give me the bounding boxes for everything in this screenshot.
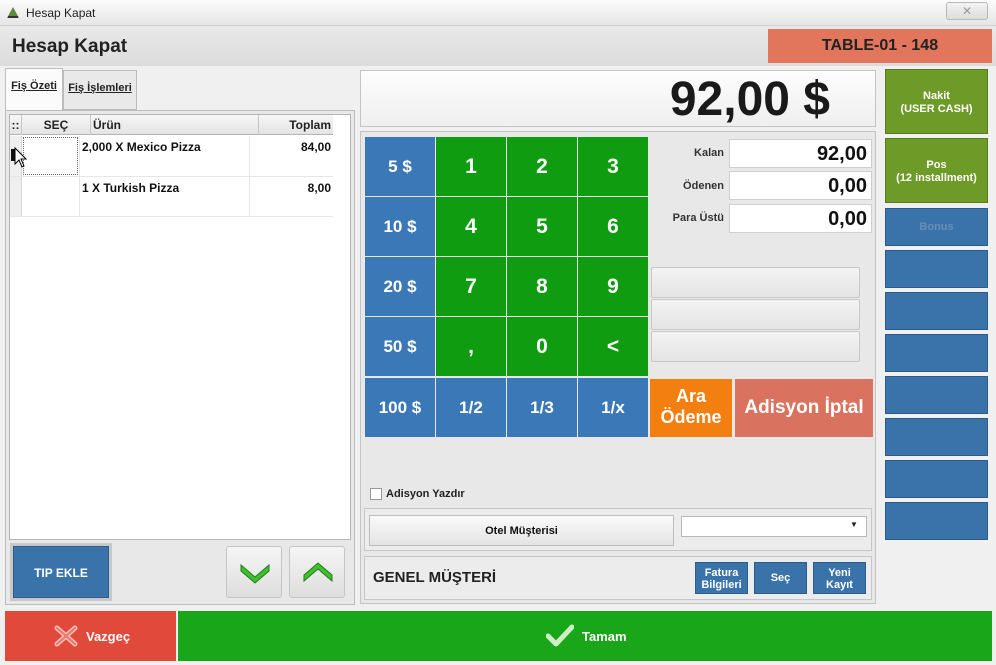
para-ustu-label: Para Üstü xyxy=(672,212,724,224)
info-field-1 xyxy=(651,267,860,298)
key-3[interactable]: 3 xyxy=(578,137,648,196)
window-title: Hesap Kapat xyxy=(26,6,96,20)
grid-header-sec[interactable]: SEÇ xyxy=(22,115,91,135)
row-product: 2,000 X Mexico Pizza xyxy=(82,140,201,154)
pos-payment-button[interactable]: Pos (12 installment) xyxy=(885,138,988,203)
key-1[interactable]: 1 xyxy=(436,137,506,196)
title-bar: Hesap Kapat ✕ xyxy=(0,0,996,26)
customer-name: GENEL MÜŞTERİ xyxy=(373,569,497,586)
hotel-customer-button[interactable]: Otel Müşterisi xyxy=(369,515,674,546)
new-customer-button[interactable]: Yeni Kayıt xyxy=(813,562,866,594)
cancel-x-icon xyxy=(54,625,78,647)
table-badge: TABLE-01 - 148 xyxy=(768,29,992,63)
odenen-field[interactable]: 0,00 xyxy=(729,171,872,200)
key-10-dollar[interactable]: 10 $ xyxy=(365,197,435,256)
key-0[interactable]: 0 xyxy=(507,317,577,376)
row-selector[interactable] xyxy=(10,177,22,216)
key-half[interactable]: 1/2 xyxy=(436,378,506,437)
key-2[interactable]: 2 xyxy=(507,137,577,196)
row-product: 1 X Turkish Pizza xyxy=(82,181,180,195)
scroll-down-button[interactable] xyxy=(226,546,282,598)
chevron-down-icon xyxy=(240,563,270,584)
mouse-cursor-icon xyxy=(11,146,27,168)
divider xyxy=(79,136,80,177)
key-9[interactable]: 9 xyxy=(578,257,648,316)
row-total: 84,00 xyxy=(300,140,331,154)
print-check-checkbox[interactable] xyxy=(370,488,382,500)
divider xyxy=(249,177,250,217)
cancel-check-button[interactable]: Adisyon İptal xyxy=(735,379,873,437)
para-ustu-field: 0,00 xyxy=(729,204,872,233)
tab-fis-islemleri[interactable]: Fiş İşlemleri xyxy=(63,70,137,110)
tip-add-button[interactable]: TIP EKLE xyxy=(13,546,109,598)
kalan-label: Kalan xyxy=(694,147,724,159)
payment-slot-10[interactable] xyxy=(885,502,988,540)
info-field-3 xyxy=(651,331,860,362)
row-select-cell[interactable] xyxy=(23,137,78,175)
select-customer-button[interactable]: Seç xyxy=(754,562,807,594)
divider xyxy=(249,136,250,177)
scroll-up-button[interactable] xyxy=(289,546,345,598)
key-8[interactable]: 8 xyxy=(507,257,577,316)
table-row[interactable]: 2,000 X Mexico Pizza 84,00 xyxy=(10,136,333,177)
app-icon xyxy=(7,7,19,18)
divider xyxy=(79,177,80,217)
ok-button[interactable]: Tamam xyxy=(178,611,992,661)
grid-header-toplam[interactable]: Toplam xyxy=(259,115,333,135)
grid-header-drag: :: xyxy=(10,115,22,135)
bonus-payment-button[interactable]: Bonus xyxy=(885,208,988,246)
payment-slot-9[interactable] xyxy=(885,460,988,498)
tab-fis-ozeti[interactable]: Fiş Özeti xyxy=(5,68,63,110)
payment-slot-4[interactable] xyxy=(885,250,988,288)
grid-header: :: SEÇ Ürün Toplam xyxy=(10,115,333,135)
payment-slot-8[interactable] xyxy=(885,418,988,456)
close-icon: ✕ xyxy=(961,4,973,18)
page-title: Hesap Kapat xyxy=(12,36,128,57)
table-row[interactable]: 1 X Turkish Pizza 8,00 xyxy=(10,177,333,217)
key-5[interactable]: 5 xyxy=(507,197,577,256)
kalan-field: 92,00 xyxy=(729,139,872,168)
odenen-label: Ödenen xyxy=(683,180,724,192)
invoice-info-button[interactable]: Fatura Bilgileri xyxy=(695,562,748,594)
payment-slot-7[interactable] xyxy=(885,376,988,414)
print-check-label[interactable]: Adisyon Yazdır xyxy=(386,488,465,500)
dropdown-arrow-icon[interactable]: ▼ xyxy=(850,520,858,529)
key-comma[interactable]: , xyxy=(436,317,506,376)
key-backspace[interactable]: < xyxy=(578,317,648,376)
key-third[interactable]: 1/3 xyxy=(507,378,577,437)
key-one-over-x[interactable]: 1/x xyxy=(578,378,648,437)
key-7[interactable]: 7 xyxy=(436,257,506,316)
key-6[interactable]: 6 xyxy=(578,197,648,256)
close-button[interactable]: ✕ xyxy=(946,2,988,20)
row-total: 8,00 xyxy=(307,181,331,195)
payment-slot-5[interactable] xyxy=(885,292,988,330)
checkmark-icon xyxy=(546,624,574,647)
partial-payment-button[interactable]: Ara Ödeme xyxy=(650,379,732,437)
hotel-customer-dropdown[interactable] xyxy=(681,516,867,537)
key-100-dollar[interactable]: 100 $ xyxy=(365,378,435,437)
key-5-dollar[interactable]: 5 $ xyxy=(365,137,435,196)
info-field-2 xyxy=(651,299,860,330)
key-20-dollar[interactable]: 20 $ xyxy=(365,257,435,316)
ok-label: Tamam xyxy=(582,629,627,644)
cancel-label: Vazgeç xyxy=(86,629,131,644)
amount-value: 92,00 $ xyxy=(669,73,830,126)
payment-slot-6[interactable] xyxy=(885,334,988,372)
grid-header-urun[interactable]: Ürün xyxy=(91,115,259,135)
chevron-up-icon xyxy=(303,562,333,583)
cancel-button[interactable]: Vazgeç xyxy=(5,611,176,661)
key-4[interactable]: 4 xyxy=(436,197,506,256)
cash-payment-button[interactable]: Nakit (USER CASH) xyxy=(885,69,988,134)
key-50-dollar[interactable]: 50 $ xyxy=(365,317,435,376)
